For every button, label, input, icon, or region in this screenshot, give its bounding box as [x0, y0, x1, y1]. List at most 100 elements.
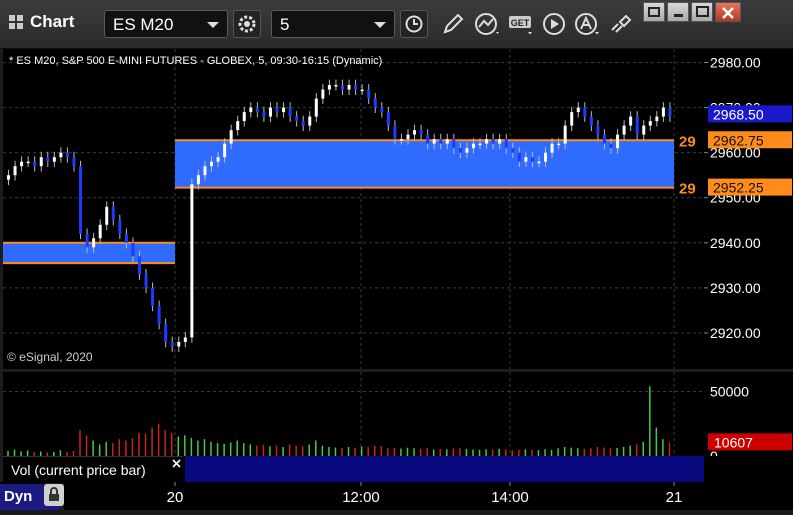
candle: [301, 121, 305, 126]
candle: [151, 287, 155, 306]
candle: [406, 134, 410, 140]
candle: [419, 130, 423, 135]
link-icon: [611, 14, 632, 33]
candle: [360, 89, 364, 92]
study-button[interactable]: [472, 10, 502, 38]
candle: [655, 116, 659, 122]
get-label: GET: [511, 18, 530, 28]
candle: [118, 220, 122, 234]
candle: [255, 107, 259, 113]
close-button[interactable]: [715, 2, 741, 22]
interval-select[interactable]: 5: [271, 10, 395, 38]
candle: [380, 107, 384, 113]
candle: [452, 139, 456, 149]
chevron-down-icon: [374, 22, 386, 28]
candle: [530, 157, 534, 162]
restore-window-button[interactable]: [643, 2, 665, 22]
candle: [288, 107, 292, 117]
price-tick-label: 2940.00: [710, 235, 761, 251]
candle: [504, 139, 508, 149]
candle: [33, 161, 37, 167]
candle: [249, 107, 253, 113]
grid-icon[interactable]: [8, 14, 24, 30]
candle: [354, 85, 358, 90]
symbol-select[interactable]: ES M20: [104, 10, 228, 38]
candle: [282, 107, 286, 113]
candle: [609, 143, 613, 149]
current-volume-tag: 10607: [714, 434, 753, 450]
price-tick-label: 2920.00: [710, 325, 761, 341]
candle: [321, 89, 325, 99]
volume-chart[interactable]: [3, 372, 704, 456]
candle: [111, 206, 115, 221]
candle: [622, 125, 626, 135]
candle: [648, 121, 652, 126]
price-axis[interactable]: 2980.002970.002960.002950.002940.002930.…: [704, 49, 793, 369]
candle: [347, 85, 351, 90]
candle: [131, 242, 135, 257]
candle: [137, 256, 141, 275]
time-axis-canvas: 20 12:00 14:00 21: [167, 482, 683, 506]
candle: [445, 139, 449, 144]
candle: [190, 184, 194, 338]
chart-header: * ES M20, S&P 500 E-MINI FUTURES - GLOBE…: [9, 55, 383, 67]
candle: [485, 139, 489, 144]
candle: [52, 157, 56, 162]
candle: [98, 224, 102, 239]
volume-chart-canvas: [3, 372, 704, 456]
price-zone: [3, 242, 175, 264]
candle: [471, 143, 475, 149]
candle: [491, 139, 495, 144]
candle: [635, 116, 639, 135]
candle: [92, 238, 96, 248]
time-tick-label: 14:00: [491, 489, 529, 506]
candle: [262, 112, 266, 117]
close-icon[interactable]: [172, 459, 181, 468]
candle: [511, 148, 515, 153]
draw-button[interactable]: [438, 10, 468, 38]
time-tick-label: 21: [666, 489, 683, 506]
candle: [183, 337, 187, 342]
candle: [668, 107, 672, 117]
candle: [164, 323, 168, 342]
volume-axis[interactable]: 50000 0 10607: [704, 372, 793, 464]
candle: [157, 305, 161, 324]
time-button[interactable]: [400, 10, 428, 38]
settings-button[interactable]: [233, 10, 261, 38]
candle: [373, 98, 377, 108]
candle: [465, 148, 469, 153]
candle: [210, 161, 214, 167]
toolbar: Chart ES M20 5 GET: [0, 0, 793, 49]
close-icon: [722, 7, 734, 19]
minimize-button[interactable]: [667, 2, 689, 22]
candle: [432, 139, 436, 144]
lock-icon: [49, 487, 59, 501]
price-chart-canvas: 29 29: [3, 49, 704, 369]
candle: [557, 143, 561, 146]
restore-icon: [648, 7, 660, 17]
volume-label: Vol (current price bar): [11, 462, 146, 478]
time-axis[interactable]: 20 12:00 14:00 21: [64, 482, 704, 510]
candle: [367, 89, 371, 99]
candle: [314, 98, 318, 117]
alert-button[interactable]: [572, 10, 602, 38]
volume-label-box: Vol (current price bar): [3, 456, 183, 483]
candle: [13, 166, 17, 176]
play-button[interactable]: [540, 10, 570, 38]
link-button[interactable]: [604, 10, 634, 38]
mode-box: Dyn: [0, 482, 60, 510]
candle: [236, 121, 240, 131]
candle: [386, 112, 390, 126]
candle: [196, 175, 200, 185]
candle: [334, 85, 338, 87]
maximize-button[interactable]: [691, 2, 713, 22]
alert-icon: [575, 13, 599, 35]
candle: [229, 130, 233, 144]
candle: [20, 161, 24, 167]
lock-button[interactable]: [44, 484, 64, 506]
candle: [458, 148, 462, 153]
zone-upper-short: 29: [679, 133, 696, 150]
candle: [170, 341, 174, 347]
get-button[interactable]: GET: [506, 10, 536, 38]
price-chart[interactable]: 29 29 * ES M20, S&P 500 E-MINI FUTURES - …: [3, 49, 704, 369]
